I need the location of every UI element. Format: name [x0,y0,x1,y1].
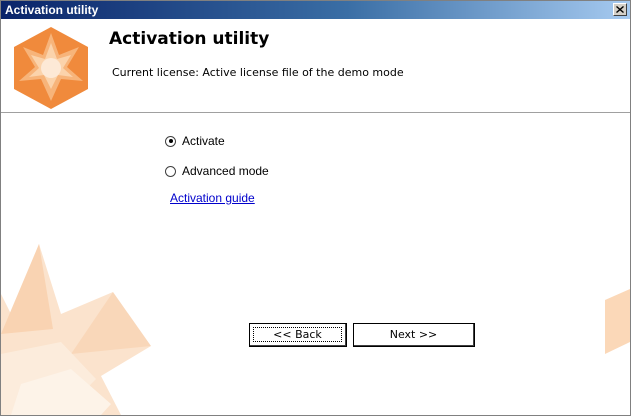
header-panel: Activation utility Current license: Acti… [1,19,630,112]
back-button-label: << Back [273,328,322,341]
main-content: Activate Advanced mode Activation guide … [1,114,630,415]
activate-option[interactable]: Activate [165,134,225,148]
close-button[interactable] [613,3,627,16]
license-status-text: Current license: Active license file of … [112,66,404,79]
advanced-mode-radio[interactable] [165,165,176,177]
window-title: Activation utility [5,3,99,17]
next-button-label: Next >> [389,328,438,341]
activate-label[interactable]: Activate [182,134,225,148]
advanced-mode-option[interactable]: Advanced mode [165,164,269,178]
activation-guide-link[interactable]: Activation guide [170,191,255,205]
back-button[interactable]: << Back [249,323,347,347]
title-bar[interactable]: Activation utility [1,1,630,19]
activation-window: Activation utility Activation utility Cu… [0,0,631,416]
advanced-mode-label[interactable]: Advanced mode [182,164,269,178]
activate-radio[interactable] [165,135,176,147]
page-title: Activation utility [109,29,270,49]
background-star-decoration [1,244,630,415]
close-icon [616,6,624,13]
next-button[interactable]: Next >> [353,323,475,347]
hexagon-star-logo [14,27,88,109]
